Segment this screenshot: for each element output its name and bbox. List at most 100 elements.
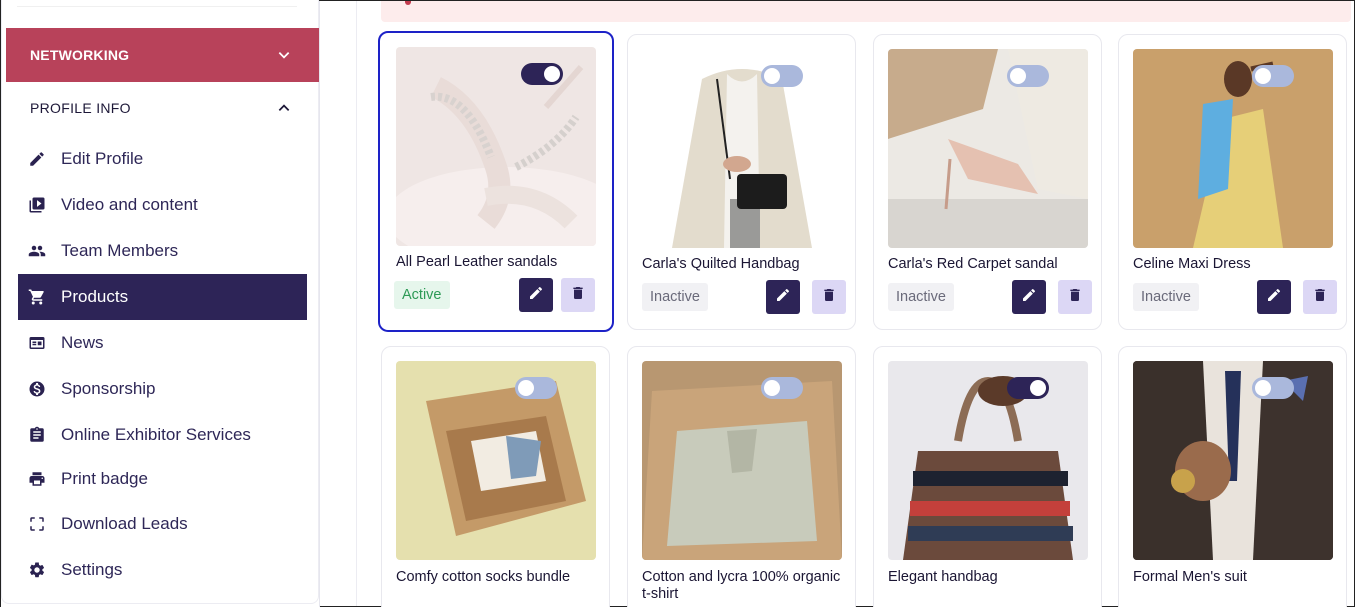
toggle-knob [764,68,780,84]
product-card[interactable]: Cotton and lycra 100% organic t-shirt [627,346,856,607]
sidebar-item-products[interactable]: Products [18,274,307,320]
product-card[interactable]: Carla's Quilted Handbag Inactive [627,34,856,330]
product-toggle[interactable] [1252,377,1294,399]
sidebar-item-print-badge[interactable]: Print badge [18,456,307,502]
sidebar-item-label: News [61,333,104,352]
product-card[interactable]: All Pearl Leather sandals Active [378,31,614,332]
sidebar-item-team-members[interactable]: Team Members [18,228,307,274]
toggle-knob [544,66,560,82]
sidebar-item-label: Products [61,287,129,306]
edit-button[interactable] [1257,280,1291,314]
trash-icon [821,287,837,308]
status-badge: Inactive [642,283,708,311]
product-image [396,47,596,246]
edit-button[interactable] [519,278,553,312]
product-image [396,361,596,560]
delete-button[interactable] [812,280,846,314]
toggle-knob [1030,380,1046,396]
sidebar-item-news[interactable]: News [18,320,307,366]
delete-button[interactable] [561,278,595,312]
scan-frame-icon [28,515,46,533]
status-badge: Inactive [1133,283,1199,311]
product-card[interactable]: Elegant handbag [873,346,1102,607]
sidebar-item-label: Team Members [61,241,179,260]
sidebar-item-label: Sponsorship [61,379,156,398]
dollar-icon [28,380,46,398]
product-toggle[interactable] [1007,65,1049,87]
profile-info-section-header[interactable]: PROFILE INFO [6,85,319,131]
chevron-down-icon [277,48,291,62]
news-icon [28,334,46,352]
product-toggle[interactable] [521,63,563,85]
clipboard-icon [28,426,46,444]
product-card[interactable]: Comfy cotton socks bundle [381,346,610,607]
sidebar-item-sponsorship[interactable]: Sponsorship [18,366,307,412]
cart-icon [28,288,46,306]
sidebar-item-label: Print badge [61,469,148,488]
pencil-icon [775,287,791,308]
delete-button[interactable] [1303,280,1337,314]
networking-label: NETWORKING [30,47,130,63]
product-name: Formal Men's suit [1133,569,1247,585]
product-name: Carla's Red Carpet sandal [888,256,1058,272]
product-image [1133,361,1333,560]
chevron-up-icon [277,101,291,115]
toggle-knob [764,380,780,396]
sidebar-item-edit-profile[interactable]: Edit Profile [18,136,307,182]
sidebar: NETWORKING PROFILE INFO Edit Profile Vid… [1,0,320,607]
sidebar-item-settings[interactable]: Settings [18,547,307,593]
delete-button[interactable] [1058,280,1092,314]
status-badge: Active [394,281,450,309]
alert-dot [405,1,411,5]
product-toggle[interactable] [1007,377,1049,399]
networking-section-header[interactable]: NETWORKING [6,28,319,82]
sidebar-item-video-and-content[interactable]: Video and content [18,182,307,228]
toggle-knob [1010,68,1026,84]
edit-button[interactable] [1012,280,1046,314]
product-name: Comfy cotton socks bundle [396,569,571,585]
sidebar-top-divider [17,1,297,7]
toggle-knob [518,380,534,396]
printer-icon [28,470,46,488]
edit-button[interactable] [766,280,800,314]
product-image [642,49,842,248]
sidebar-item-label: Settings [61,560,123,579]
product-image [642,361,842,560]
pencil-icon [1266,287,1282,308]
product-name: Elegant handbag [888,569,998,585]
product-name: Cotton and lycra 100% organic t-shirt [642,569,841,602]
product-image [888,361,1088,560]
product-image [888,49,1088,248]
product-toggle[interactable] [761,377,803,399]
product-image [1133,49,1333,248]
sidebar-item-label: Video and content [61,195,198,214]
sidebar-item-label: Edit Profile [61,149,144,168]
toggle-knob [1255,380,1271,396]
product-toggle[interactable] [515,377,557,399]
sidebar-item-download-leads[interactable]: Download Leads [18,501,307,547]
product-name: All Pearl Leather sandals [396,254,558,270]
toggle-knob [1255,68,1271,84]
trash-icon [1312,287,1328,308]
profile-info-label: PROFILE INFO [30,100,131,116]
product-name: Celine Maxi Dress [1133,256,1251,272]
trash-icon [570,285,586,306]
product-card[interactable]: Formal Men's suit [1118,346,1347,607]
pencil-icon [28,150,46,168]
pencil-icon [1021,287,1037,308]
product-card[interactable]: Celine Maxi Dress Inactive [1118,34,1347,330]
alert-banner [381,1,1351,22]
status-badge: Inactive [888,283,954,311]
video-library-icon [28,196,46,214]
sidebar-item-label: Download Leads [61,514,188,533]
trash-icon [1067,287,1083,308]
product-name: Carla's Quilted Handbag [642,256,800,272]
sidebar-item-label: Online Exhibitor Services [61,425,251,444]
product-card[interactable]: Carla's Red Carpet sandal Inactive [873,34,1102,330]
product-toggle[interactable] [761,65,803,87]
people-icon [28,242,46,260]
pencil-icon [528,285,544,306]
product-toggle[interactable] [1252,65,1294,87]
gear-icon [28,561,46,579]
sidebar-item-online-exhibitor-services[interactable]: Online Exhibitor Services [18,412,307,458]
